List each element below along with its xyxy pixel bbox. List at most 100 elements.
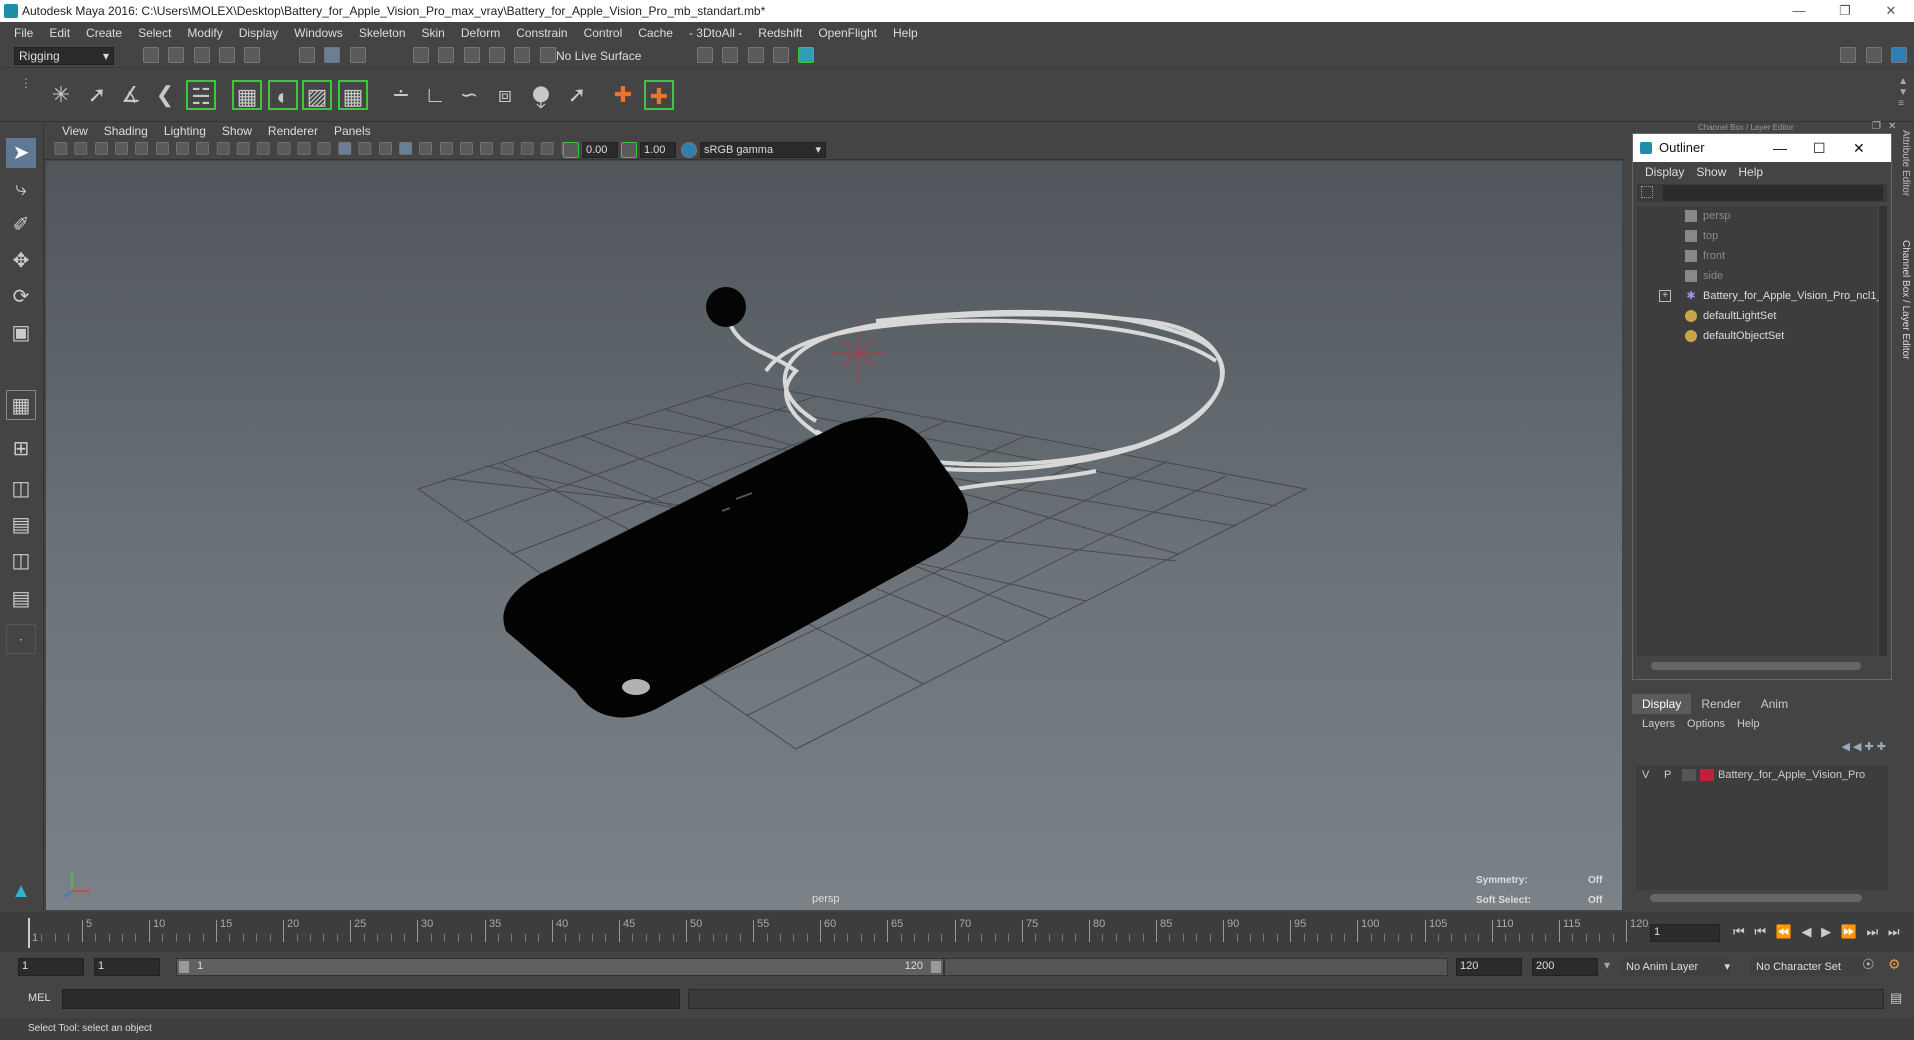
range-end-handle[interactable]: [931, 961, 941, 973]
outliner-item-front[interactable]: front: [1685, 246, 1725, 266]
gamma-icon[interactable]: [621, 142, 637, 158]
snap-curve-icon[interactable]: [438, 47, 455, 63]
pole-vector-icon[interactable]: ➚: [562, 80, 592, 110]
tab-display[interactable]: Display: [1632, 694, 1692, 714]
channel-box-tab[interactable]: Channel Box / Layer Editor: [1900, 240, 1911, 360]
snap-grid-icon[interactable]: [413, 47, 429, 63]
animation-start-field[interactable]: 1: [18, 958, 84, 976]
camera-attributes-icon[interactable]: [74, 142, 88, 155]
tab-render[interactable]: Render: [1691, 694, 1750, 714]
close-icon[interactable]: ✕: [1868, 0, 1914, 22]
minimize-icon[interactable]: —: [1776, 0, 1822, 22]
menu-openflight[interactable]: OpenFlight: [810, 26, 885, 40]
custom-layout-icon[interactable]: ⋅: [6, 624, 36, 654]
script-editor-icon[interactable]: ▤: [1890, 990, 1902, 1006]
outliner-item-persp[interactable]: persp: [1685, 206, 1731, 226]
render-settings-icon[interactable]: [697, 47, 713, 63]
menu-help[interactable]: Help: [885, 26, 926, 40]
menu-display[interactable]: Display: [231, 26, 286, 40]
hypershade-layout-icon[interactable]: ▤: [6, 584, 36, 614]
anti-aliasing-icon[interactable]: [480, 142, 493, 155]
gate-mask-icon[interactable]: [236, 142, 250, 155]
move-layer-down-icon[interactable]: ◀: [1853, 741, 1861, 753]
grid-toggle-icon[interactable]: [176, 142, 189, 155]
lattice-icon[interactable]: ▨: [302, 80, 332, 110]
step-forward-frame-icon[interactable]: ⏩: [1841, 924, 1857, 939]
menu-cache[interactable]: Cache: [630, 26, 681, 40]
single-perspective-layout-icon[interactable]: ▦: [6, 390, 36, 420]
layer-name[interactable]: Battery_for_Apple_Vision_Pro: [1718, 766, 1865, 784]
panel-menu-panels[interactable]: Panels: [326, 124, 379, 138]
maximize-icon[interactable]: ☐: [1813, 134, 1826, 162]
snap-magnet-icon[interactable]: [539, 47, 556, 63]
menu-control[interactable]: Control: [576, 26, 631, 40]
snap-point-icon[interactable]: [463, 47, 480, 63]
expand-icon[interactable]: +: [1659, 290, 1671, 302]
layer-horizontal-scrollbar[interactable]: [1650, 894, 1862, 902]
open-scene-icon[interactable]: [168, 47, 185, 63]
command-input[interactable]: [62, 989, 680, 1009]
move-layer-up-icon[interactable]: ◀: [1841, 741, 1849, 753]
menu-deform[interactable]: Deform: [453, 26, 508, 40]
range-bar[interactable]: 1 120: [176, 958, 944, 976]
restore-icon[interactable]: ❐: [1822, 0, 1868, 22]
safe-action-icon[interactable]: [277, 142, 291, 155]
mirror-joint-icon[interactable]: ❮: [150, 80, 180, 110]
time-slider[interactable]: 1 5 10 15 20 25 30 35 40 45 50 55 60 65 70 75 80 85 90 95 10…: [0, 912, 1914, 952]
menu-3dtoall[interactable]: - 3DtoAll -: [681, 26, 750, 40]
four-view-layout-icon[interactable]: ⊞: [6, 434, 36, 464]
chevron-down-icon[interactable]: ▾: [1604, 958, 1610, 972]
time-ruler[interactable]: 1 5 10 15 20 25 30 35 40 45 50 55 60 65 70 75 80 85 90 95 10…: [28, 918, 1648, 952]
menu-modify[interactable]: Modify: [179, 26, 230, 40]
bookmark-icon[interactable]: [94, 142, 108, 155]
smooth-bind-icon[interactable]: ◐: [268, 80, 298, 110]
attribute-editor-tab[interactable]: Attribute Editor: [1900, 130, 1911, 196]
anim-layer-dropdown[interactable]: No Anim Layer ▾: [1620, 958, 1730, 976]
shelf-scroll-icon[interactable]: ▲ ▼ ≡: [1898, 76, 1908, 109]
insert-joint-icon[interactable]: ☵: [186, 80, 216, 110]
outliner-item-battery-group[interactable]: ✱ Battery_for_Apple_Vision_Pro_ncl1_: [1685, 286, 1882, 306]
play-forward-icon[interactable]: ▶: [1821, 924, 1831, 939]
locator-icon[interactable]: ✚: [608, 80, 638, 110]
panel-menu-renderer[interactable]: Renderer: [260, 124, 326, 138]
cluster-icon[interactable]: ▦: [338, 80, 368, 110]
panel-menu-view[interactable]: View: [54, 124, 96, 138]
ambient-occlusion-icon[interactable]: [439, 142, 453, 155]
menu-edit[interactable]: Edit: [41, 26, 78, 40]
layer-type-toggle[interactable]: [1682, 769, 1696, 781]
auto-key-icon[interactable]: ☉: [1862, 956, 1875, 973]
outliner-item-top[interactable]: top: [1685, 226, 1718, 246]
outliner-menu-show[interactable]: Show: [1690, 165, 1732, 179]
redo-icon[interactable]: [244, 47, 261, 63]
exposure-field[interactable]: 0.00: [582, 142, 618, 158]
lasso-tool-icon[interactable]: ⤷: [6, 174, 36, 204]
go-to-end-icon[interactable]: ⏭: [1888, 924, 1900, 939]
select-object-icon[interactable]: [324, 47, 341, 63]
motion-blur-icon[interactable]: [459, 142, 473, 155]
render-frame-icon[interactable]: [722, 47, 739, 63]
menu-select[interactable]: Select: [130, 26, 179, 40]
ipr-render-icon[interactable]: [747, 47, 764, 63]
parent-constraint-icon[interactable]: ⧭: [526, 80, 556, 110]
shadows-icon[interactable]: [419, 142, 433, 155]
current-time-marker[interactable]: [28, 918, 30, 948]
range-track[interactable]: [944, 958, 1448, 976]
menu-skin[interactable]: Skin: [414, 26, 453, 40]
outliner-item-side[interactable]: side: [1685, 266, 1723, 286]
step-forward-key-icon[interactable]: ⏭: [1867, 924, 1879, 939]
attribute-editor-toggle-icon[interactable]: [1865, 47, 1882, 63]
panel-menu-shading[interactable]: Shading: [96, 124, 156, 138]
script-layout-icon[interactable]: ◫: [6, 546, 36, 576]
safe-title-icon[interactable]: [297, 142, 311, 155]
outliner-vertical-scrollbar[interactable]: [1879, 206, 1887, 656]
scale-constraint-icon[interactable]: ⧈: [490, 80, 520, 110]
play-backward-icon[interactable]: ◀: [1801, 924, 1811, 939]
ik-handle-icon[interactable]: ➚: [82, 80, 112, 110]
render-view-icon[interactable]: [773, 47, 790, 63]
animation-preferences-icon[interactable]: ⚙: [1888, 956, 1901, 973]
layer-menu-options[interactable]: Options: [1681, 718, 1731, 730]
select-hierarchy-icon[interactable]: [299, 47, 315, 63]
snap-view-icon[interactable]: [489, 47, 506, 63]
menu-create[interactable]: Create: [78, 26, 130, 40]
select-camera-icon[interactable]: [54, 142, 68, 155]
